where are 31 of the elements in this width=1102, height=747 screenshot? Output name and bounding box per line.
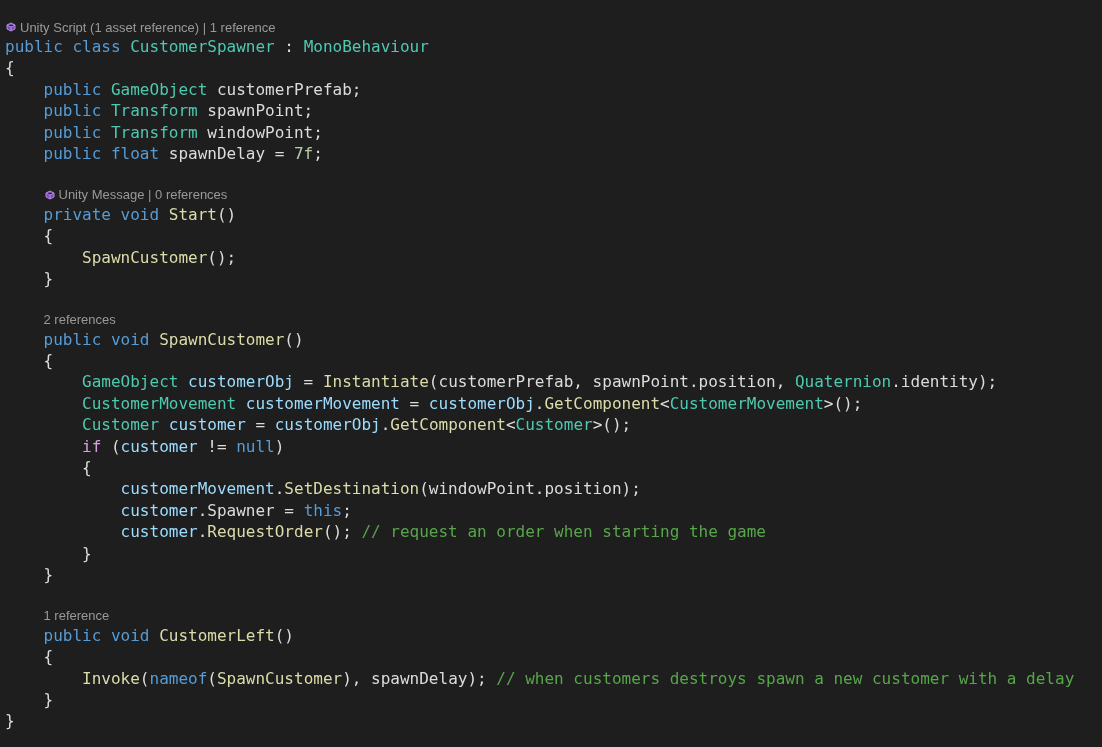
code-line: SpawnCustomer();	[81, 246, 237, 268]
code-line: }	[42, 564, 54, 586]
code-line: customer.RequestOrder(); // request an order when starting the game	[119, 521, 766, 543]
code-line: CustomerMovement customerMovement = customerObj.GetComponent<CustomerMovement>();	[81, 392, 863, 415]
code-line: GameObject customerObj = Instantiate(customerPrefab, spawnPoint.position, Quaternion.identity);	[81, 371, 998, 393]
codelens-reference-link[interactable]: Unity Script (1 asset reference) | 1 reference	[20, 19, 276, 35]
codelens-reference-link[interactable]: Unity Message | 0 references	[58, 187, 228, 203]
code-line: Invoke(nameof(SpawnCustomer), spawnDelay); // when customers destroys spawn a new customer with a delay	[81, 667, 1075, 689]
code-line: }	[42, 688, 54, 711]
codelens-reference-link[interactable]: 1 reference	[43, 608, 110, 624]
code-line: private void Start()	[42, 203, 237, 226]
code-line: public void CustomerLeft()	[42, 624, 294, 647]
code-line: public GameObject customerPrefab;	[42, 78, 362, 101]
code-line: {	[42, 646, 54, 668]
code-line: }	[42, 267, 54, 290]
code-line: {	[42, 350, 54, 372]
code-line: Customer customer = customerObj.GetComponent<Customer>();	[81, 414, 632, 436]
code-line: public Transform windowPoint;	[42, 121, 323, 143]
code-line: {	[81, 457, 92, 479]
code-line: {	[42, 225, 54, 247]
code-line: if (customer != null)	[81, 435, 285, 458]
code-line: customerMovement.SetDestination(windowPoint.position);	[119, 478, 641, 500]
code-line: }	[5, 710, 15, 732]
code-line: public Transform spawnPoint;	[42, 100, 314, 122]
code-line: {	[5, 57, 15, 79]
codelens-reference-link[interactable]: 2 references	[43, 312, 116, 328]
code-line: customer.Spawner = this;	[119, 499, 352, 522]
code-line: public class CustomerSpawner : MonoBehaviour	[5, 36, 429, 58]
code-line: public float spawnDelay = 7f;	[42, 142, 323, 165]
code-line: }	[81, 542, 92, 564]
code-line: public void SpawnCustomer()	[42, 328, 304, 351]
